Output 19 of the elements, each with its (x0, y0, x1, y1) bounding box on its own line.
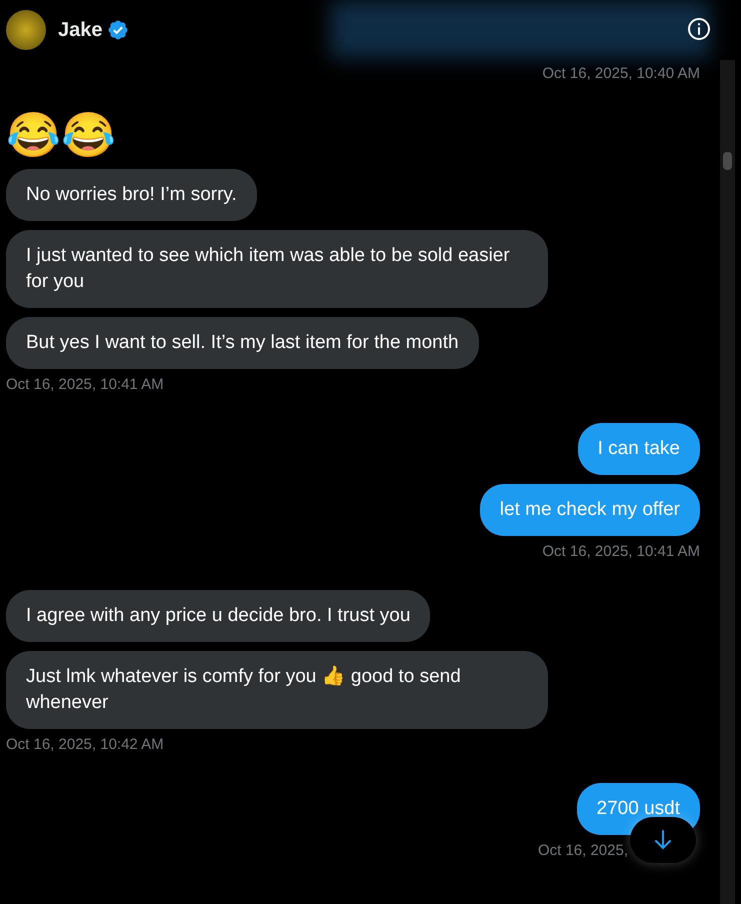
message-bubble: No worries bro! I’m sorry. (6, 169, 257, 221)
message-timestamp: Oct 16, 2025, 10:40 AM (542, 64, 700, 84)
scroll-down-button[interactable] (630, 817, 696, 863)
message-bubble: Just lmk whatever is comfy for you 👍 good to send whenever (6, 651, 548, 729)
message-bubble: But yes I want to sell. It’s my last item for the month (6, 317, 479, 369)
emoji-message: 😂😂 (6, 112, 116, 160)
message-timestamp: Oct 16, 2025, 10:42 AM (6, 735, 164, 755)
info-icon[interactable] (687, 17, 711, 41)
message-timestamp: Oct 16, 2025, 10:41 AM (6, 375, 164, 395)
message-timestamp: Oct 16, 2025, (538, 841, 628, 861)
avatar[interactable] (6, 10, 46, 50)
message-bubble: I can take (578, 423, 700, 475)
scrollbar[interactable] (720, 60, 735, 904)
message-timestamp: Oct 16, 2025, 10:41 AM (542, 542, 700, 562)
arrow-down-icon (654, 830, 672, 850)
contact-name[interactable]: Jake (58, 15, 102, 45)
message-bubble: I just wanted to see which item was able to be sold easier for you (6, 230, 548, 308)
message-bubble: I agree with any price u decide bro. I trust you (6, 590, 430, 642)
message-bubble: let me check my offer (480, 484, 700, 536)
